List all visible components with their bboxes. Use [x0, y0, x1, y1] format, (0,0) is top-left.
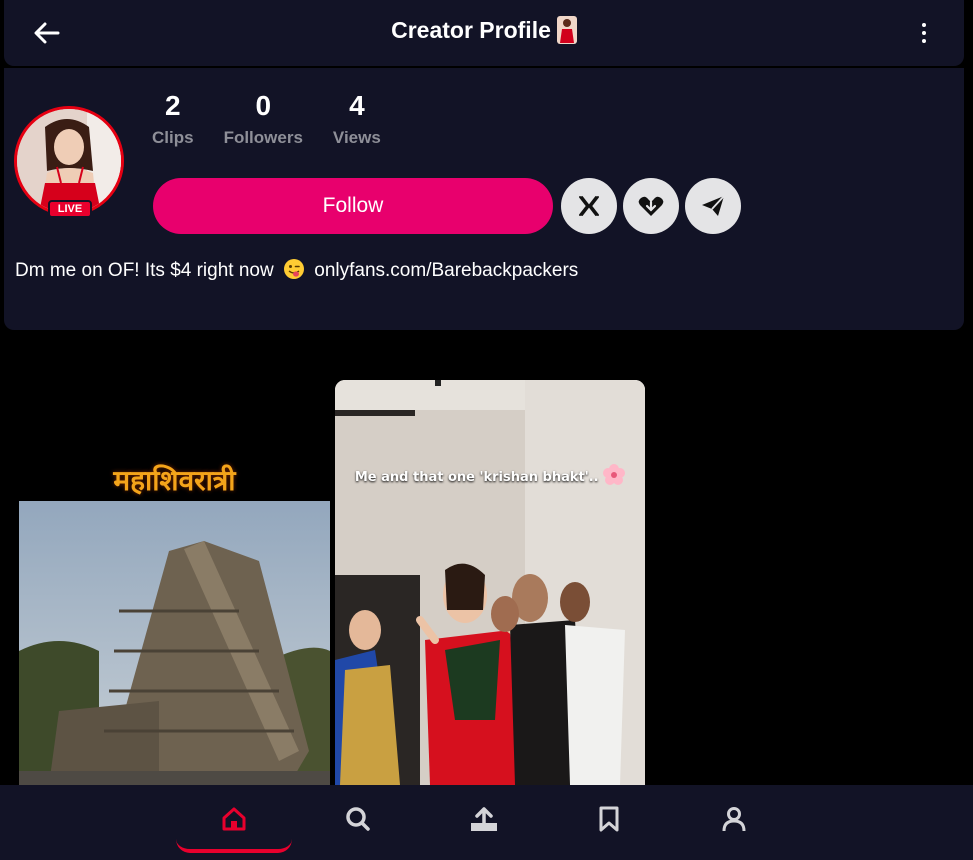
more-vertical-icon-dot [922, 39, 926, 43]
more-vertical-icon-dot [922, 31, 926, 35]
avatar-image [17, 109, 121, 213]
stat-followers[interactable]: 0 Followers [224, 90, 303, 148]
stat-label: Views [332, 128, 381, 147]
page-title: Creator Profile [391, 16, 551, 43]
dance-video-thumbnail [335, 380, 645, 785]
search-icon [346, 807, 370, 831]
woman-in-red-dress-emoji-icon [556, 16, 577, 44]
bookmark-icon [599, 806, 619, 832]
nav-search[interactable] [328, 799, 388, 839]
x-social-button[interactable] [561, 178, 617, 234]
live-badge: LIVE [48, 200, 92, 218]
bio-text: Dm me on OF! Its $4 right now onlyfans.c… [15, 258, 578, 282]
temple-photo [19, 501, 330, 785]
more-options-button[interactable] [912, 20, 936, 46]
winking-tongue-emoji-icon [283, 259, 304, 279]
nav-home[interactable] [204, 799, 264, 839]
link-icon [638, 196, 664, 216]
clip-caption-text: Me and that one 'krishan bhakt'.. [354, 470, 599, 485]
bio-link[interactable]: onlyfans.com/Barebackpackers [314, 260, 578, 281]
nav-profile[interactable] [704, 799, 764, 839]
x-icon [579, 196, 599, 216]
clip-card-dance[interactable]: Me and that one 'krishan bhakt'.. [335, 380, 645, 785]
stat-value: 4 [349, 90, 365, 121]
upload-icon [471, 807, 497, 831]
nav-upload[interactable] [454, 799, 514, 839]
profile-card: LIVE 2 Clips 0 Followers 4 Views Follow [4, 68, 964, 330]
bottom-navigation [0, 785, 973, 860]
stat-label: Clips [152, 128, 194, 147]
telegram-social-button[interactable] [685, 178, 741, 234]
nav-active-indicator [176, 837, 292, 853]
profile-stats: 2 Clips 0 Followers 4 Views [152, 90, 381, 148]
stat-label: Followers [223, 128, 303, 147]
clip-card-temple[interactable]: महाशिवरात्री [19, 453, 330, 785]
more-vertical-icon-dot [922, 23, 926, 27]
stat-views[interactable]: 4 Views [333, 90, 381, 148]
follow-button[interactable]: Follow [153, 178, 553, 234]
telegram-icon [702, 195, 725, 216]
bio-text-before: Dm me on OF! Its $4 right now [15, 260, 274, 281]
stat-clips[interactable]: 2 Clips [152, 90, 194, 148]
link-social-button[interactable] [623, 178, 679, 234]
stat-value: 0 [255, 90, 272, 121]
nav-bookmarks[interactable] [579, 799, 639, 839]
stat-value: 2 [164, 90, 181, 121]
profile-icon [722, 807, 746, 832]
clip-caption: Me and that one 'krishan bhakt'.. [335, 464, 645, 486]
cherry-blossom-emoji-icon [603, 464, 626, 485]
clip-overlay-text: महाशिवरात्री [113, 464, 236, 497]
top-bar: Creator Profile [4, 0, 964, 66]
title-wrap: Creator Profile [4, 16, 964, 44]
home-icon [222, 807, 246, 831]
